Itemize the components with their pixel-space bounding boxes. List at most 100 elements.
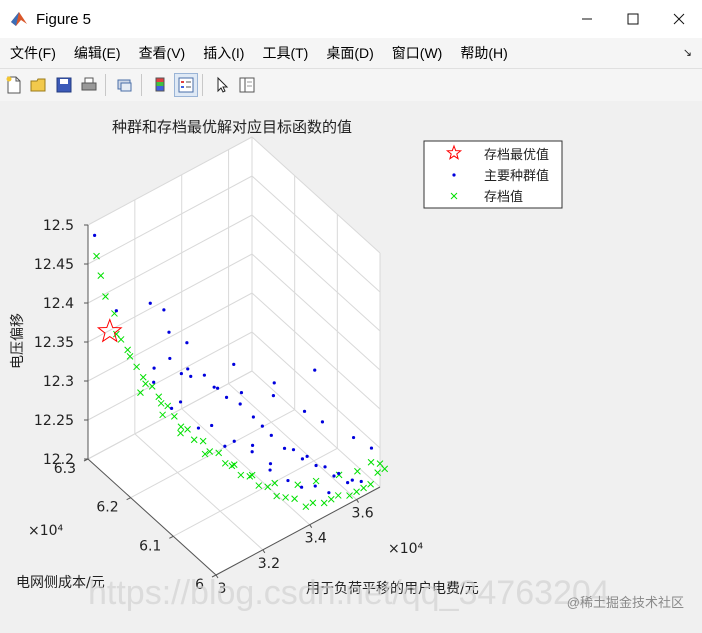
close-icon <box>673 13 685 25</box>
legend[interactable]: 存档最优值 主要种群值 存档值 <box>423 140 563 209</box>
z-tick-label: 12.2 <box>43 452 74 468</box>
population-point <box>232 362 236 366</box>
legend-label-population: 主要种群值 <box>484 168 549 184</box>
population-point <box>300 485 304 489</box>
menu-desktop[interactable]: 桌面(D) <box>326 43 373 63</box>
x-tick <box>262 549 266 554</box>
population-point <box>178 400 183 404</box>
menu-file[interactable]: 文件(F) <box>10 43 56 63</box>
population-point <box>269 433 273 437</box>
population-point <box>251 415 256 419</box>
window-title: Figure 5 <box>36 10 92 28</box>
population-point <box>313 368 317 372</box>
chart-title: 种群和存档最优解对应目标函数的值 <box>112 118 352 136</box>
toolbar-separator <box>202 74 203 96</box>
pointer-icon <box>217 76 229 93</box>
population-point <box>196 426 201 430</box>
population-point <box>148 301 152 305</box>
x-exponent-label: ×10⁴ <box>388 541 424 557</box>
population-point <box>313 484 317 488</box>
figure-toolbar <box>0 68 702 102</box>
population-point <box>169 406 174 410</box>
population-point <box>305 454 309 458</box>
population-point <box>320 420 325 424</box>
colorbar-button[interactable] <box>150 74 172 96</box>
save-icon <box>56 77 72 93</box>
population-point <box>186 367 190 371</box>
y-tick-label: 6.1 <box>139 538 161 554</box>
population-point <box>268 468 272 472</box>
menu-window[interactable]: 窗口(W) <box>392 43 443 63</box>
y-tick <box>169 535 174 539</box>
x-tick <box>215 574 219 579</box>
minimize-button[interactable] <box>564 0 610 38</box>
legend-icon <box>178 77 194 93</box>
z-tick-label: 12.4 <box>43 296 74 312</box>
population-point <box>185 341 189 345</box>
population-point <box>369 446 374 450</box>
menu-help[interactable]: 帮助(H) <box>460 43 507 63</box>
save-button[interactable] <box>53 74 75 96</box>
y-tick <box>211 574 217 578</box>
population-point <box>202 373 206 377</box>
property-editor-button[interactable] <box>236 74 258 96</box>
population-point <box>167 330 171 334</box>
menu-edit[interactable]: 编辑(E) <box>74 43 121 63</box>
population-point <box>114 309 118 313</box>
x-tick <box>356 499 359 503</box>
new-figure-button[interactable] <box>3 74 25 96</box>
x-axis-label: 用于负荷平移的用户电费/元 <box>306 580 479 597</box>
z-tick-label: 12.5 <box>43 218 74 234</box>
population-point <box>250 450 254 454</box>
population-point <box>302 409 307 413</box>
population-point <box>93 233 97 238</box>
population-point <box>271 394 276 398</box>
population-point <box>210 423 214 428</box>
print-button[interactable] <box>78 74 100 96</box>
population-point <box>286 478 290 483</box>
population-point <box>272 381 276 385</box>
population-point <box>351 435 356 440</box>
y-tick-label: 6 <box>195 577 204 593</box>
z-tick-label: 12.45 <box>34 257 74 273</box>
population-point <box>238 402 242 406</box>
population-point <box>332 474 336 478</box>
x-tick-label: 3.2 <box>258 556 280 572</box>
x-tick <box>309 524 313 528</box>
x-tick-label: 3 <box>218 581 227 597</box>
population-point <box>300 457 305 461</box>
figure-canvas: 3 3.2 3.4 3.6 6 6.1 6.2 6.3 12.2 12.25 12.3 12.35 12… <box>0 101 702 628</box>
maximize-button[interactable] <box>610 0 656 38</box>
z-axis-label: 电压偏移 <box>10 313 26 369</box>
property-editor-icon <box>239 77 255 93</box>
grid-layer <box>87 136 381 576</box>
colorbar-icon <box>155 77 165 92</box>
menu-bar: 文件(F) 编辑(E) 查看(V) 插入(I) 工具(T) 桌面(D) 窗口(W… <box>0 38 702 68</box>
dock-arrow-icon[interactable]: ↘ <box>683 46 692 59</box>
population-point <box>223 444 227 448</box>
legend-dot <box>452 173 456 177</box>
open-button[interactable] <box>28 74 50 96</box>
close-button[interactable] <box>656 0 702 38</box>
menu-insert[interactable]: 插入(I) <box>203 43 244 63</box>
population-point <box>216 386 220 390</box>
population-point <box>350 478 354 482</box>
toolbar-separator <box>141 74 142 96</box>
x-tick-label: 3.4 <box>305 531 327 547</box>
population-point <box>212 385 216 389</box>
population-point <box>239 391 244 395</box>
menu-tools[interactable]: 工具(T) <box>262 43 308 63</box>
y-tick-label: 6.2 <box>96 500 118 516</box>
link-button[interactable] <box>114 74 136 96</box>
menu-view[interactable]: 查看(V) <box>139 43 186 63</box>
population-point <box>359 479 363 484</box>
pointer-button[interactable] <box>211 74 233 96</box>
z-tick-label: 12.35 <box>34 335 74 351</box>
population-point <box>337 471 341 476</box>
population-point <box>179 371 183 376</box>
maximize-icon <box>627 13 639 25</box>
y-exponent-label: ×10⁴ <box>28 523 64 539</box>
legend-button[interactable] <box>174 73 198 97</box>
link-icon <box>117 79 132 92</box>
minimize-icon <box>582 18 592 20</box>
